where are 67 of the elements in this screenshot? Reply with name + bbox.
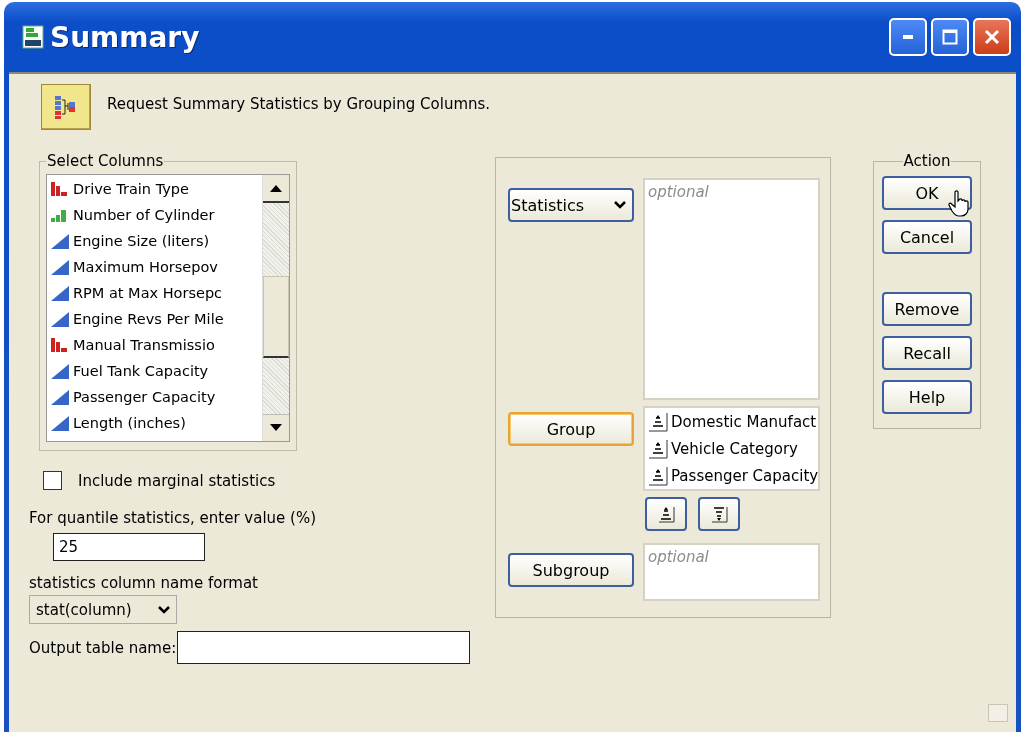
sort-descending-icon: [710, 505, 728, 523]
chevron-down-icon: [614, 200, 626, 210]
output-table-field[interactable]: [177, 631, 471, 664]
sort-ascending-icon: [648, 465, 668, 486]
sort-descending-button[interactable]: [698, 497, 740, 531]
role-button[interactable]: Subgroup: [508, 553, 634, 587]
triangle-icon: [51, 415, 69, 431]
scrollbar[interactable]: [262, 175, 289, 441]
panel-title: Select Columns: [46, 152, 165, 170]
triangle-icon: [51, 311, 69, 327]
panel-title: Action: [902, 152, 952, 170]
close-button[interactable]: [973, 18, 1011, 56]
triangle-icon: [51, 233, 69, 249]
resize-grip[interactable]: [988, 704, 1008, 722]
triangle-icon: [51, 363, 69, 379]
action-button[interactable]: Remove: [882, 292, 972, 326]
role-list[interactable]: Domestic Manufact Vehicle Category Passenger Capacity: [643, 406, 821, 491]
triangle-icon: [51, 259, 69, 275]
sort-ascending-icon: [657, 505, 675, 523]
bar-chart-icon: [50, 337, 70, 353]
triangle-icon: [51, 389, 69, 405]
quantile-field[interactable]: 25: [53, 533, 205, 561]
list-item[interactable]: Length (inches): [50, 410, 258, 436]
list-item[interactable]: Passenger Capacity: [645, 462, 819, 489]
placeholder-text: optional: [647, 547, 710, 568]
close-icon: [984, 29, 1000, 45]
chevron-down-icon: [158, 604, 170, 615]
window-title: Summary: [50, 20, 201, 54]
list-item[interactable]: Passenger Capacity: [50, 384, 258, 410]
field-label: statistics column name format: [29, 574, 259, 592]
scrollbar-thumb[interactable]: [263, 276, 289, 358]
list-item[interactable]: Domestic Manufact: [645, 408, 819, 435]
action-button[interactable]: Help: [882, 380, 972, 414]
sort-ascending-icon: [648, 411, 668, 432]
minimize-button[interactable]: [889, 18, 927, 56]
checkbox[interactable]: [43, 471, 62, 490]
list-item[interactable]: RPM at Max Horsepc: [50, 280, 258, 306]
maximize-button[interactable]: [931, 18, 969, 56]
field-label: For quantile statistics, enter value (%): [29, 509, 318, 527]
list-item[interactable]: Manual Transmissio: [50, 332, 258, 358]
triangle-icon: [51, 285, 69, 301]
hand-cursor-icon: [948, 190, 970, 218]
column-list[interactable]: Drive Train Type Number of Cylinder Engine Size (liters) Maximum Horsepov RPM at Max Horsepc Engine Revs Per Mile Manual Transmissio Fuel Tank Capacity Passenger Capacity Length (inches): [46, 174, 290, 442]
placeholder-text: optional: [647, 182, 710, 203]
action-button[interactable]: Cancel: [882, 220, 972, 254]
checkbox-label: Include marginal statistics: [78, 471, 276, 490]
scroll-down-icon: [269, 423, 283, 433]
sort-ascending-button[interactable]: [645, 497, 687, 531]
maximize-icon: [942, 29, 958, 45]
list-item[interactable]: Fuel Tank Capacity: [50, 358, 258, 384]
name-format-dropdown[interactable]: stat(column): [29, 595, 177, 624]
header-text: Request Summary Statistics by Grouping Columns.: [107, 95, 491, 113]
list-item[interactable]: Drive Train Type: [50, 176, 258, 202]
list-item[interactable]: Maximum Horsepov: [50, 254, 258, 280]
app-icon: [22, 25, 44, 49]
field-label: Output table name:: [29, 638, 177, 657]
bar-chart-icon: [50, 181, 70, 197]
minimize-icon: [903, 35, 913, 39]
list-item[interactable]: Engine Revs Per Mile: [50, 306, 258, 332]
list-item[interactable]: Vehicle Category: [645, 435, 819, 462]
sort-ascending-icon: [648, 438, 668, 459]
role-button[interactable]: Group: [508, 412, 634, 446]
list-item[interactable]: Engine Size (liters): [50, 228, 258, 254]
scroll-up-icon: [269, 183, 283, 193]
action-button[interactable]: Recall: [882, 336, 972, 370]
list-item[interactable]: Number of Cylinder: [50, 202, 258, 228]
role-button[interactable]: Statistics: [508, 188, 634, 222]
